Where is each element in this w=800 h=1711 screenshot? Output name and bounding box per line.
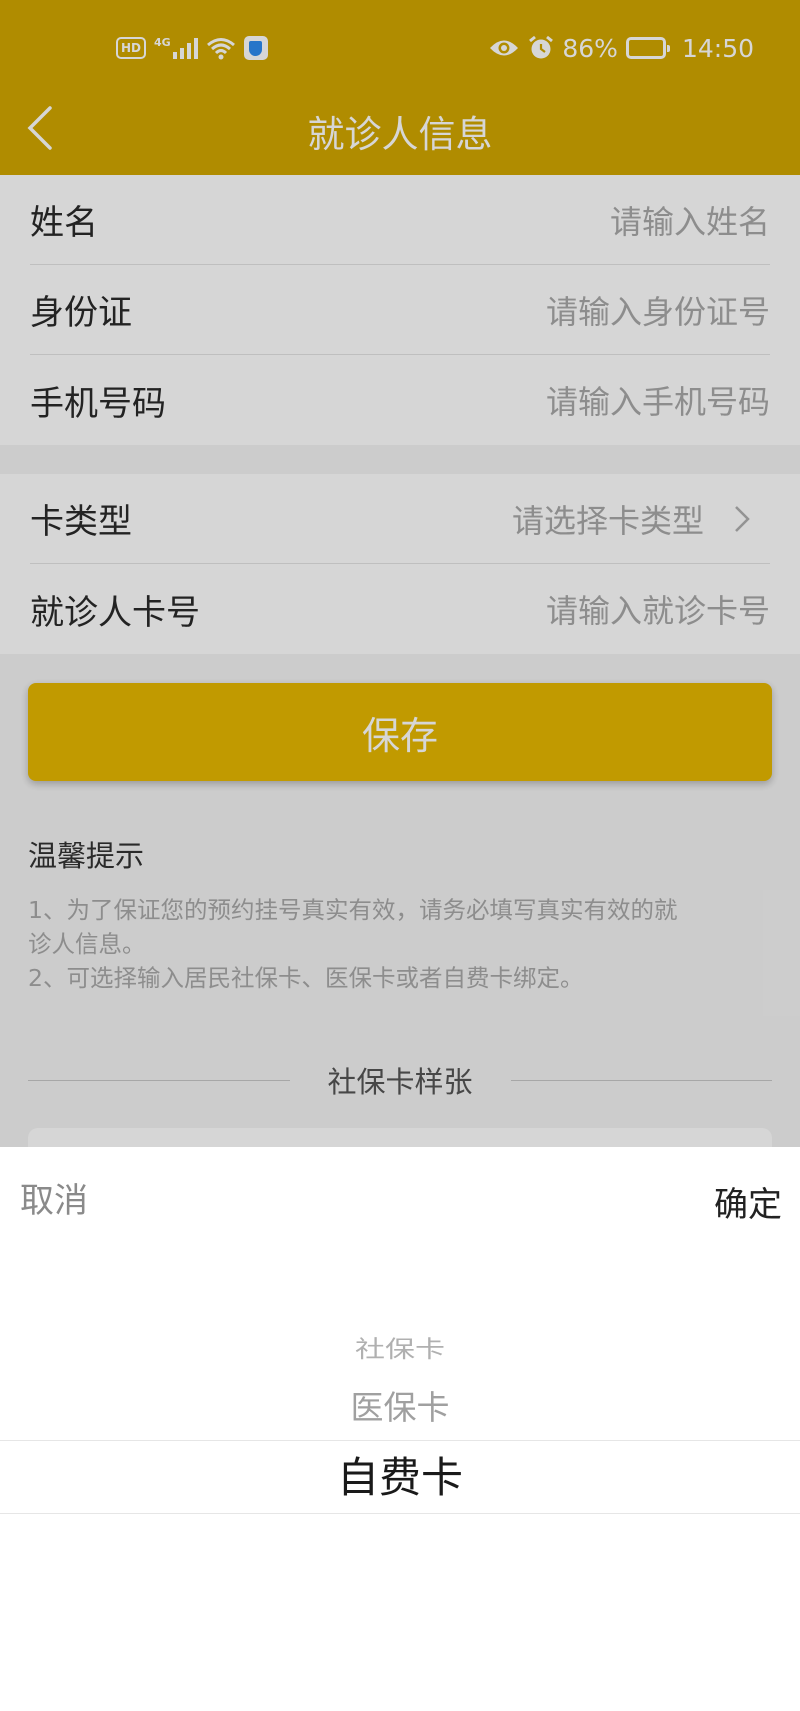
modal-mask[interactable]	[0, 0, 800, 1147]
picker-cancel-button[interactable]: 取消	[20, 1173, 88, 1222]
picker-confirm-button[interactable]: 确定	[714, 1177, 782, 1226]
picker-option[interactable]: 医保卡	[0, 1381, 800, 1429]
picker-option[interactable]: 社保卡	[0, 1330, 800, 1361]
picker-option-selected[interactable]: 自费卡	[0, 1440, 800, 1514]
card-type-picker: 取消 确定 社保卡 医保卡 自费卡	[0, 1147, 800, 1711]
